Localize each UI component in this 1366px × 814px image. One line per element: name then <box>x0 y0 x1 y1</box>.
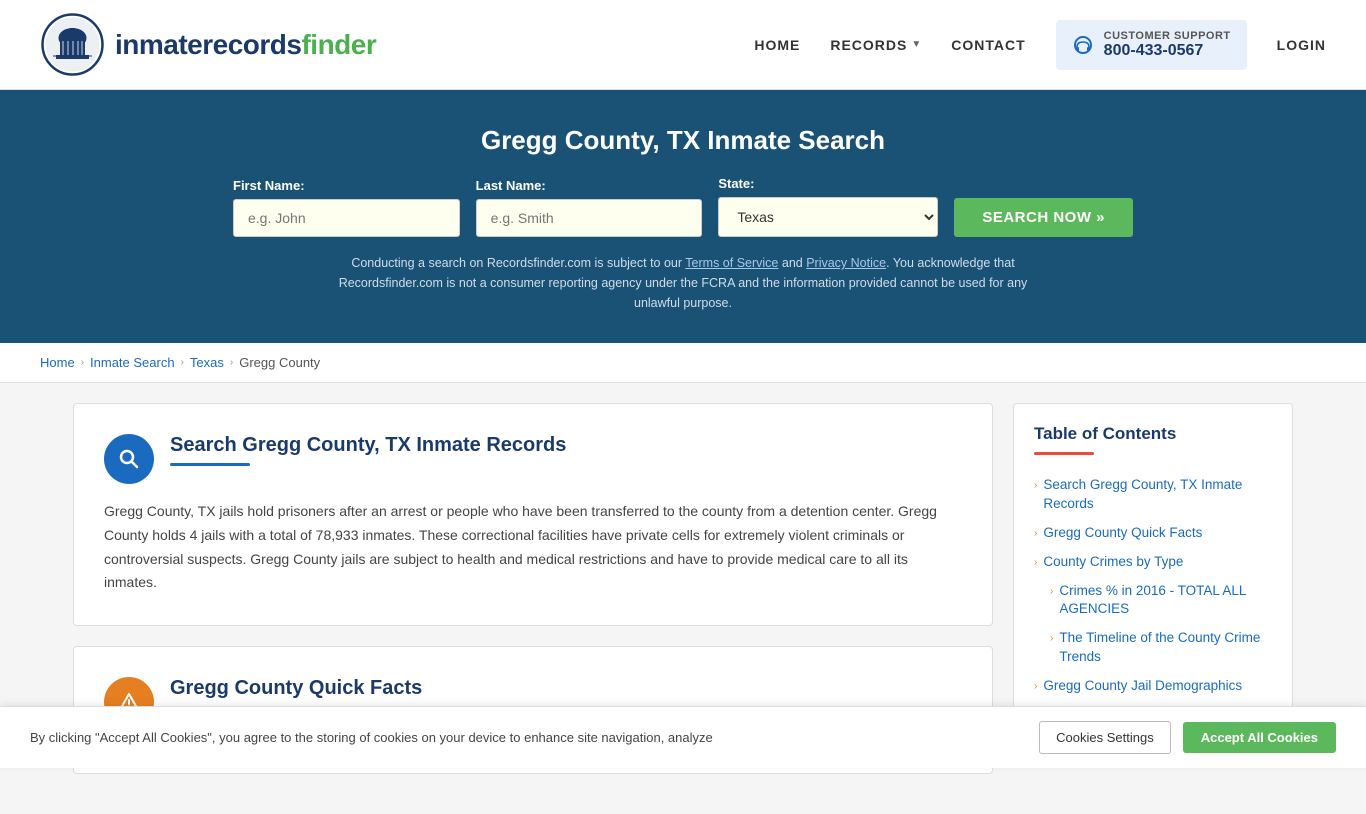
support-info: CUSTOMER SUPPORT 800-433-0567 <box>1104 30 1231 60</box>
breadcrumb: Home › Inmate Search › Texas › Gregg Cou… <box>0 343 1366 383</box>
search-circle-icon <box>104 434 154 484</box>
first-name-input[interactable] <box>233 199 460 237</box>
breadcrumb-current: Gregg County <box>239 355 320 370</box>
nav-contact[interactable]: CONTACT <box>951 37 1025 53</box>
last-name-input[interactable] <box>476 199 703 237</box>
tos-link[interactable]: Terms of Service <box>685 256 778 270</box>
cookie-buttons: Cookies Settings Accept All Cookies <box>1039 721 1336 754</box>
toc-chevron-6: › <box>1034 680 1037 694</box>
nav-login[interactable]: LOGIN <box>1277 37 1326 53</box>
inmate-records-header: Search Gregg County, TX Inmate Records <box>104 434 962 484</box>
toc-underline <box>1034 452 1094 455</box>
nav-home[interactable]: HOME <box>754 37 800 53</box>
last-name-label: Last Name: <box>476 178 546 193</box>
breadcrumb-home[interactable]: Home <box>40 355 75 370</box>
toc-chevron-4: › <box>1050 585 1053 599</box>
support-phone: 800-433-0567 <box>1104 42 1231 60</box>
main-nav: HOME RECORDS ▼ CONTACT CUSTOMER SUPPORT … <box>754 20 1326 70</box>
breadcrumb-texas[interactable]: Texas <box>190 355 224 370</box>
breadcrumb-sep-2: › <box>181 357 184 368</box>
toc-item-1[interactable]: › Search Gregg County, TX Inmate Records <box>1034 471 1272 519</box>
headphone-icon <box>1072 34 1094 56</box>
toc-chevron-5: › <box>1050 632 1053 646</box>
breadcrumb-sep-3: › <box>230 357 233 368</box>
privacy-link[interactable]: Privacy Notice <box>806 256 886 270</box>
toc-item-6[interactable]: › Gregg County Jail Demographics <box>1034 672 1272 701</box>
records-chevron-icon: ▼ <box>911 39 921 50</box>
hero-title: Gregg County, TX Inmate Search <box>40 125 1326 156</box>
toc-item-4[interactable]: › Crimes % in 2016 - TOTAL ALL AGENCIES <box>1034 577 1272 625</box>
toc-item-2[interactable]: › Gregg County Quick Facts <box>1034 519 1272 548</box>
cookie-banner: By clicking "Accept All Cookies", you ag… <box>0 706 1366 768</box>
search-button[interactable]: SEARCH NOW » <box>954 198 1133 237</box>
cookie-settings-button[interactable]: Cookies Settings <box>1039 721 1171 754</box>
cookie-text: By clicking "Accept All Cookies", you ag… <box>30 730 944 745</box>
inmate-records-title: Search Gregg County, TX Inmate Records <box>170 434 566 457</box>
state-select[interactable]: Texas Alabama Alaska California Florida … <box>718 197 938 237</box>
logo-icon <box>40 12 105 77</box>
toc-item-5[interactable]: › The Timeline of the County Crime Trend… <box>1034 624 1272 672</box>
quick-facts-title-group: Gregg County Quick Facts <box>170 677 422 709</box>
search-form: First Name: Last Name: State: Texas Alab… <box>233 176 1133 237</box>
toc-chevron-3: › <box>1034 556 1037 570</box>
toc-card: Table of Contents › Search Gregg County,… <box>1013 403 1293 755</box>
last-name-group: Last Name: <box>476 178 703 237</box>
customer-support-box: CUSTOMER SUPPORT 800-433-0567 <box>1056 20 1247 70</box>
site-header: inmaterecordsfinder HOME RECORDS ▼ CONTA… <box>0 0 1366 90</box>
first-name-group: First Name: <box>233 178 460 237</box>
toc-item-3[interactable]: › County Crimes by Type <box>1034 548 1272 577</box>
legal-text: Conducting a search on Recordsfinder.com… <box>333 253 1033 313</box>
inmate-records-title-group: Search Gregg County, TX Inmate Records <box>170 434 566 466</box>
nav-records[interactable]: RECORDS ▼ <box>830 37 921 53</box>
first-name-label: First Name: <box>233 178 305 193</box>
toc-chevron-2: › <box>1034 527 1037 541</box>
logo-text: inmaterecordsfinder <box>115 29 376 61</box>
state-label: State: <box>718 176 754 191</box>
support-label: CUSTOMER SUPPORT <box>1104 30 1231 42</box>
breadcrumb-sep-1: › <box>81 357 84 368</box>
toc-title: Table of Contents <box>1034 424 1272 444</box>
quick-facts-title: Gregg County Quick Facts <box>170 677 422 700</box>
nav-records-link[interactable]: RECORDS <box>830 37 907 53</box>
toc-chevron-1: › <box>1034 479 1037 493</box>
inmate-records-card: Search Gregg County, TX Inmate Records G… <box>73 403 993 626</box>
cookie-accept-button[interactable]: Accept All Cookies <box>1183 722 1336 753</box>
hero-section: Gregg County, TX Inmate Search First Nam… <box>0 90 1366 343</box>
logo[interactable]: inmaterecordsfinder <box>40 12 376 77</box>
breadcrumb-inmate-search[interactable]: Inmate Search <box>90 355 175 370</box>
state-group: State: Texas Alabama Alaska California F… <box>718 176 938 237</box>
title-underline <box>170 463 250 466</box>
inmate-records-body: Gregg County, TX jails hold prisoners af… <box>104 500 962 595</box>
